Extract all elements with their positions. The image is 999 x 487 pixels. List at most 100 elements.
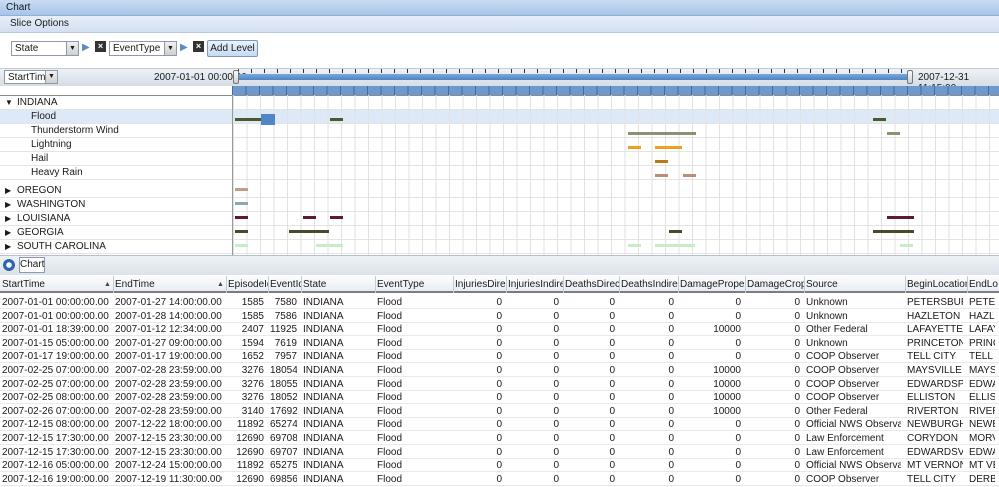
table-cell[interactable]: 69707 (270, 447, 297, 459)
table-cell[interactable]: RIVERTON (907, 406, 963, 418)
column-separator[interactable] (506, 276, 507, 293)
table-cell[interactable]: Unknown (806, 338, 901, 350)
table-cell[interactable]: Flood (377, 460, 449, 472)
table-cell[interactable]: MT VERNON (907, 460, 963, 472)
event-bar-selected[interactable] (261, 114, 275, 125)
table-cell[interactable]: MAYSVI (969, 365, 995, 377)
add-level-button[interactable]: Add Level (207, 40, 258, 57)
table-cell[interactable]: Flood (377, 365, 449, 377)
table-cell[interactable]: PETERS (969, 297, 995, 309)
table-cell[interactable]: 65275 (270, 460, 297, 472)
event-bar[interactable] (235, 216, 248, 219)
column-header-deathsdirect[interactable]: DeathsDirect (565, 279, 619, 291)
table-cell[interactable]: Flood (377, 311, 449, 323)
column-header-source[interactable]: Source (806, 279, 905, 291)
column-header-deathsindirect[interactable]: DeathsIndirect (621, 279, 678, 291)
table-cell[interactable]: 1652 (228, 351, 264, 363)
table-cell[interactable]: 2007-02-25 07:00:00.0000000 (2, 379, 109, 391)
table-cell[interactable]: 0 (621, 311, 674, 323)
column-header-starttime[interactable]: StartTime (2, 279, 103, 291)
table-cell[interactable]: COOP Observer (806, 351, 901, 363)
table-cell[interactable]: ELLIST (969, 392, 995, 404)
table-cell[interactable]: 2007-12-24 15:00:00.0000000 (115, 460, 222, 472)
table-cell[interactable]: CORYDON (907, 433, 963, 445)
table-cell[interactable]: 2007-02-28 23:59:00.0000000 (115, 392, 222, 404)
time-field-combo[interactable]: StartTime ▼ (4, 70, 58, 84)
table-cell[interactable]: 10000 (680, 379, 741, 391)
table-cell[interactable]: 11892 (228, 419, 264, 431)
table-cell[interactable]: INDIANA (303, 474, 371, 486)
table-cell[interactable]: 2007-02-25 08:00:00.0000000 (2, 392, 109, 404)
table-cell[interactable]: 0 (747, 433, 800, 445)
collapsed-triangle-icon[interactable]: ▶ (5, 200, 11, 209)
table-cell[interactable]: PETERSBURG (907, 297, 963, 309)
event-bar[interactable] (289, 230, 329, 233)
table-cell[interactable]: Other Federal (806, 324, 901, 336)
table-cell[interactable]: 0 (680, 311, 741, 323)
table-cell[interactable]: 0 (565, 365, 615, 377)
table-cell[interactable]: 17692 (270, 406, 297, 418)
table-cell[interactable]: 0 (747, 406, 800, 418)
table-cell[interactable]: LAFAYETTE (907, 324, 963, 336)
event-bar[interactable] (655, 160, 668, 163)
event-bar[interactable] (873, 118, 886, 121)
table-cell[interactable]: Flood (377, 447, 449, 459)
table-cell[interactable]: TELL CITY (907, 474, 963, 486)
timeline-grid[interactable] (232, 95, 999, 255)
table-cell[interactable]: 0 (455, 447, 502, 459)
expanded-triangle-icon[interactable]: ▼ (5, 98, 13, 107)
globe-icon[interactable] (3, 259, 15, 271)
event-bar[interactable] (235, 188, 248, 191)
go-arrow-icon[interactable]: ▶ (82, 41, 93, 54)
table-cell[interactable]: EDWAR (969, 447, 995, 459)
column-separator[interactable] (619, 276, 620, 293)
column-separator[interactable] (967, 276, 968, 293)
event-bar[interactable] (303, 216, 316, 219)
table-cell[interactable]: Flood (377, 338, 449, 350)
table-cell[interactable]: 0 (565, 392, 615, 404)
table-cell[interactable]: 0 (680, 351, 741, 363)
column-header-injuriesdirect[interactable]: InjuriesDirect (455, 279, 506, 291)
collapsed-triangle-icon[interactable]: ▶ (5, 214, 11, 223)
table-cell[interactable]: 2007-12-16 05:00:00.0000000 (2, 460, 109, 472)
table-cell[interactable]: 69708 (270, 433, 297, 445)
column-separator[interactable] (375, 276, 376, 293)
event-bar[interactable] (235, 118, 261, 121)
table-cell[interactable]: 0 (455, 311, 502, 323)
table-cell[interactable]: 0 (747, 311, 800, 323)
table-cell[interactable]: 2407 (228, 324, 264, 336)
table-cell[interactable]: 0 (508, 460, 559, 472)
table-cell[interactable]: EDWARDSVILLE (907, 447, 963, 459)
time-slices-bar[interactable] (232, 86, 999, 95)
column-separator[interactable] (678, 276, 679, 293)
table-cell[interactable]: TELL CITY (907, 351, 963, 363)
table-cell[interactable]: 0 (565, 379, 615, 391)
table-cell[interactable]: 0 (621, 419, 674, 431)
table-cell[interactable]: LAFAYE (969, 324, 995, 336)
event-bar[interactable] (655, 244, 695, 247)
table-cell[interactable]: 2007-01-27 09:00:00.0000000 (115, 338, 222, 350)
table-cell[interactable]: 0 (680, 419, 741, 431)
event-bar[interactable] (235, 244, 248, 247)
table-cell[interactable]: 0 (747, 474, 800, 486)
table-cell[interactable]: 7586 (270, 311, 297, 323)
collapsed-triangle-icon[interactable]: ▶ (5, 228, 11, 237)
column-header-injuriesindirect[interactable]: InjuriesIndirect (508, 279, 563, 291)
table-cell[interactable]: INDIANA (303, 324, 371, 336)
event-bar[interactable] (887, 132, 900, 135)
table-cell[interactable]: 0 (455, 351, 502, 363)
table-cell[interactable]: INDIANA (303, 351, 371, 363)
table-cell[interactable]: 10000 (680, 365, 741, 377)
table-cell[interactable]: 0 (565, 406, 615, 418)
table-cell[interactable]: 0 (508, 379, 559, 391)
table-cell[interactable]: 2007-02-28 23:59:00.0000000 (115, 379, 222, 391)
column-header-state[interactable]: State (303, 279, 375, 291)
table-cell[interactable]: INDIANA (303, 460, 371, 472)
table-cell[interactable]: 0 (565, 419, 615, 431)
table-cell[interactable]: 2007-01-28 14:00:00.0000000 (115, 311, 222, 323)
column-separator[interactable] (804, 276, 805, 293)
table-cell[interactable]: MORVI (969, 433, 995, 445)
table-cell[interactable]: Flood (377, 324, 449, 336)
table-cell[interactable]: 0 (747, 460, 800, 472)
table-cell[interactable]: 0 (747, 379, 800, 391)
